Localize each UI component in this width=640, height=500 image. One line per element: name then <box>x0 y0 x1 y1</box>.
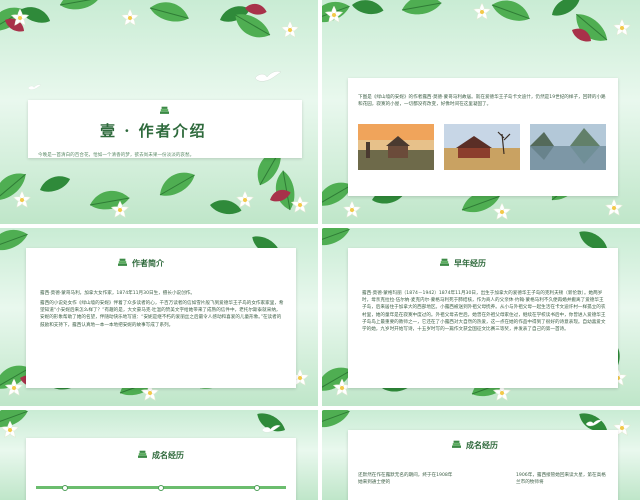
timeline-dot[interactable] <box>254 484 260 491</box>
book-stack-icon <box>452 440 461 448</box>
slide-author-intro[interactable]: 作者简介 露西·莫德·蒙哥马利，加拿大女作家，1874年11月30日生，擅长小说… <box>0 228 318 406</box>
slide-intro-photos[interactable]: 下图是《绿山墙的安妮》的作者露西·莫德·蒙哥马利故居。就在爱德华王子岛卡文迪什，… <box>322 0 640 224</box>
book-stack-icon <box>160 106 169 114</box>
book-stack-icon <box>440 258 449 266</box>
slide-success-timeline[interactable]: 成名经历 <box>0 410 318 500</box>
success-text-right: 1906年，露西接管她回来读大星，第在高格兰市的牧师将 <box>516 473 606 486</box>
slide-early-life[interactable]: 早年经历 露西·莫德·蒙格玛丽（1874－1942）1874年11月30日，出生… <box>322 228 640 406</box>
timeline-dot[interactable] <box>158 484 164 491</box>
book-stack-icon <box>118 258 127 266</box>
title-card: 壹 · 作者介绍 <box>28 100 302 158</box>
house-photo-1 <box>358 124 434 170</box>
early-life-paragraph: 露西·莫德·蒙格玛丽（1874－1942）1874年11月30日，出生于加拿大的… <box>362 291 606 333</box>
author-intro-card: 作者简介 露西·莫德·蒙哥马利，加拿大女作家，1874年11月30日生，擅长小说… <box>26 248 296 388</box>
dove-icon <box>254 71 282 82</box>
slide-success-detail[interactable]: 成名经历 还默然在作在露默无名的期间，终于在1908年她来到通士便的 1906年… <box>322 410 640 500</box>
success-detail-card: 成名经历 还默然在作在露默无名的期间，终于在1908年她来到通士便的 1906年… <box>348 430 618 500</box>
success-text-left: 还默然在作在露默无名的期间，终于在1908年她来到通士便的 <box>358 473 453 486</box>
early-life-card: 早年经历 露西·莫德·蒙格玛丽（1874－1942）1874年11月30日，出生… <box>348 248 618 388</box>
intro-paragraph: 下图是《绿山墙的安妮》的作者露西·莫德·蒙哥马利故居。就在爱德华王子岛卡文迪什，… <box>358 95 606 108</box>
section-title: 早年经历 <box>454 259 486 268</box>
slide-title[interactable]: 壹 · 作者介绍 今晚是一首清白的百合花，恰如一个清香的梦，欲去尚未果一份淡淡的… <box>0 0 318 224</box>
lake-photo-3 <box>530 124 606 170</box>
section-title: 成名经历 <box>466 441 498 450</box>
author-intro-paragraph-2: 露西的小说处女作《绿山墙的安妮》伴着了众多读者的心，千百万读者的信如雪片般飞到爱… <box>40 301 284 328</box>
intro-photos-card: 下图是《绿山墙的安妮》的作者露西·莫德·蒙哥马利故居。就在爱德华王子岛卡文迪什，… <box>348 78 618 196</box>
section-title: 成名经历 <box>152 451 184 460</box>
section-title: 作者简介 <box>132 259 164 268</box>
title-subtitle: 今晚是一首清白的百合花，恰如一个清香的梦，欲去尚未果一份淡淡的哀愁。 <box>38 153 195 158</box>
success-timeline-card: 成名经历 <box>26 438 296 500</box>
house-photo-2 <box>444 124 520 170</box>
timeline-dot[interactable] <box>62 484 68 491</box>
author-intro-paragraph-1: 露西·莫德·蒙哥马利，加拿大女作家，1874年11月30日生，擅长小说创作。 <box>40 291 195 296</box>
page-title: 壹 · 作者介绍 <box>100 122 207 140</box>
book-stack-icon <box>138 450 147 458</box>
